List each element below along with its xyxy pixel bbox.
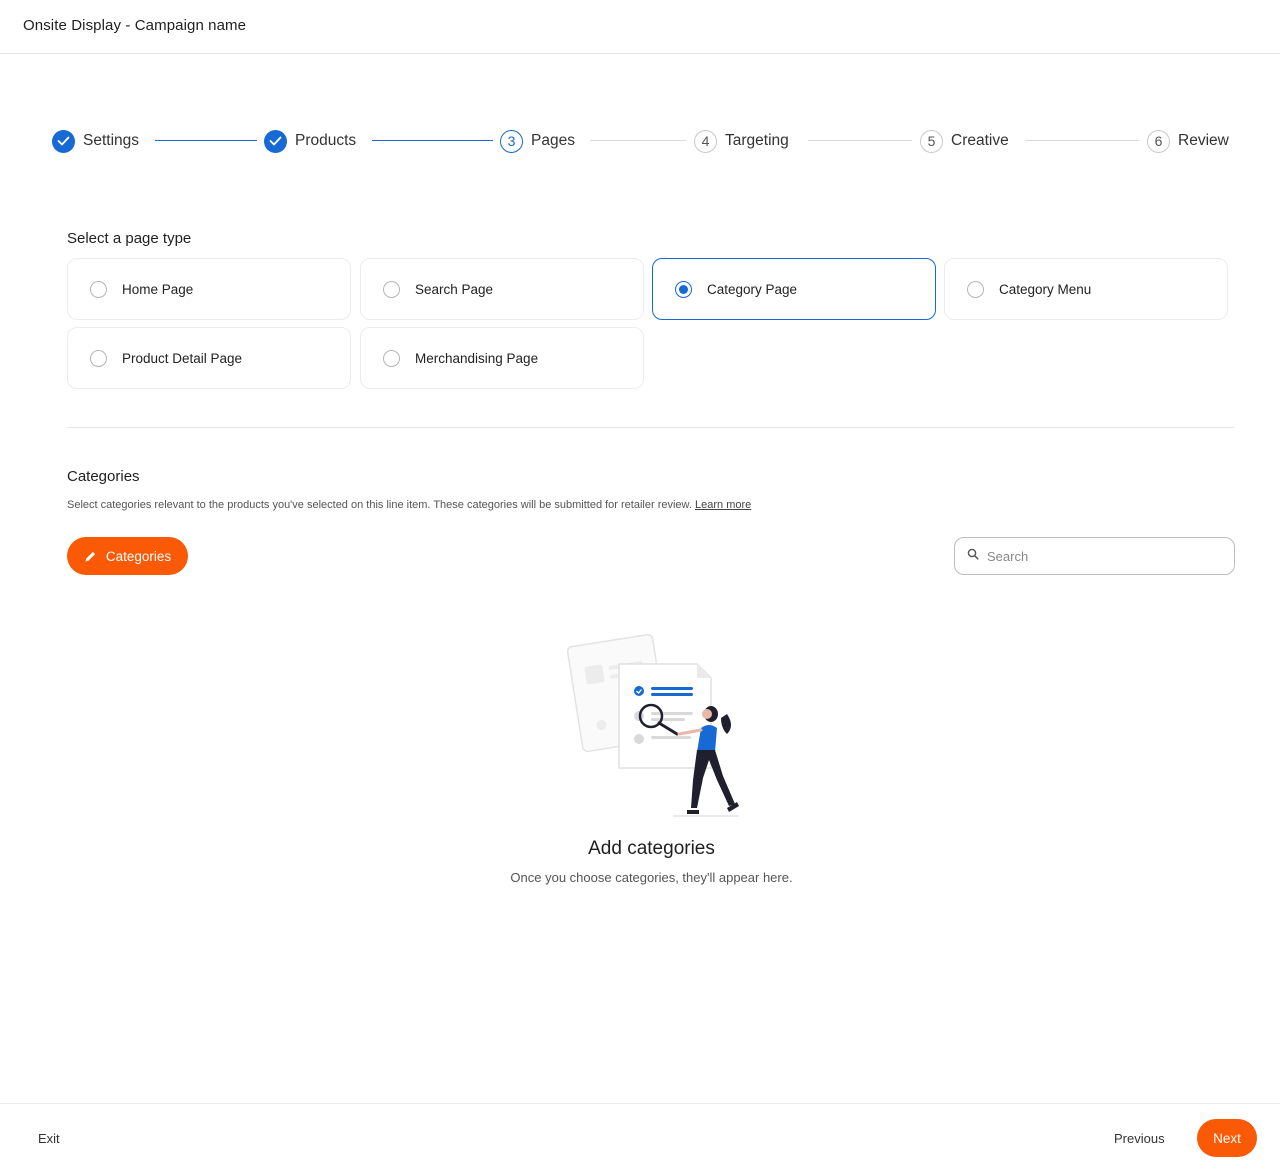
step-products[interactable]: Products [264, 129, 356, 153]
empty-state-subtitle: Once you choose categories, they'll appe… [510, 870, 793, 885]
step-number: 5 [920, 129, 943, 153]
radio-button-selected[interactable] [675, 280, 692, 298]
radio-button[interactable] [90, 349, 107, 367]
step-targeting[interactable]: 4 Targeting [694, 129, 789, 153]
progress-stepper: Settings Products 3 Pages 4 Targeting 5 … [0, 118, 1280, 164]
option-category-menu[interactable]: Category Menu [944, 258, 1228, 320]
search-input[interactable] [987, 548, 1217, 564]
step-label: Review [1178, 132, 1229, 149]
page-title: Onsite Display - Campaign name [23, 17, 247, 34]
step-label: Settings [83, 132, 140, 149]
categories-heading: Categories [67, 468, 140, 485]
pencil-icon [84, 550, 97, 563]
check-icon [52, 129, 75, 153]
option-merchandising-page[interactable]: Merchandising Page [360, 327, 644, 389]
option-label: Search Page [415, 281, 494, 297]
step-review[interactable]: 6 Review [1147, 129, 1229, 153]
radio-button[interactable] [383, 349, 400, 367]
step-label: Products [295, 132, 357, 149]
radio-button[interactable] [967, 280, 984, 298]
option-label: Merchandising Page [415, 350, 539, 366]
top-bar: Onsite Display - Campaign name [0, 0, 1280, 54]
step-number: 4 [694, 129, 717, 153]
step-connector [155, 140, 257, 141]
step-connector [808, 140, 912, 141]
radio-dot [679, 284, 688, 294]
radio-button[interactable] [383, 280, 400, 298]
step-creative[interactable]: 5 Creative [920, 129, 1009, 153]
description-text: Select categories relevant to the produc… [67, 499, 692, 511]
search-icon [967, 547, 979, 565]
step-number: 3 [500, 129, 523, 153]
step-connector [1025, 140, 1139, 141]
option-label: Product Detail Page [122, 350, 243, 366]
search-field[interactable] [954, 537, 1235, 575]
page-type-heading: Select a page type [67, 230, 192, 247]
next-button[interactable]: Next [1197, 1119, 1257, 1157]
step-connector [372, 140, 493, 141]
step-connector [590, 140, 686, 141]
radio-button[interactable] [90, 280, 107, 298]
exit-button[interactable]: Exit [38, 1131, 60, 1146]
step-label: Targeting [725, 132, 789, 149]
step-number: 6 [1147, 129, 1170, 153]
check-icon [264, 129, 287, 153]
button-label: Categories [105, 548, 172, 564]
learn-more-link[interactable]: Learn more [695, 499, 751, 511]
option-label: Home Page [122, 281, 194, 297]
section-divider [67, 427, 1234, 428]
step-pages[interactable]: 3 Pages [500, 129, 575, 153]
option-label: Category Menu [999, 281, 1092, 297]
previous-button[interactable]: Previous [1114, 1131, 1165, 1146]
step-label: Pages [531, 132, 575, 149]
edit-categories-button[interactable]: Categories [67, 537, 188, 575]
step-label: Creative [951, 132, 1009, 149]
footer-bar: Exit Previous Next [0, 1103, 1280, 1171]
option-category-page[interactable]: Category Page [652, 258, 936, 320]
option-home-page[interactable]: Home Page [67, 258, 351, 320]
empty-state-illustration [563, 630, 743, 820]
option-product-detail-page[interactable]: Product Detail Page [67, 327, 351, 389]
option-label: Category Page [707, 281, 798, 297]
step-settings[interactable]: Settings [52, 129, 139, 153]
categories-description: Select categories relevant to the produc… [67, 499, 751, 511]
empty-state-title: Add categories [588, 838, 715, 859]
option-search-page[interactable]: Search Page [360, 258, 644, 320]
